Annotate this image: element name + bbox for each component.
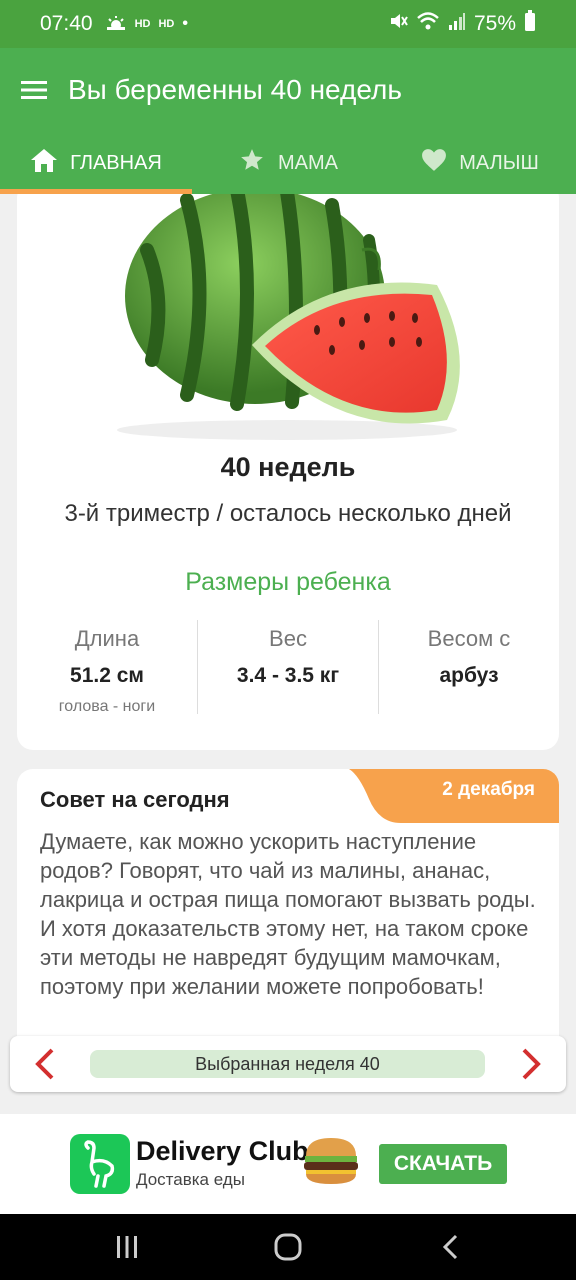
chevron-right-icon [522, 1048, 541, 1080]
stat-label: Весом с [427, 626, 511, 651]
star-icon [238, 147, 266, 179]
tab-bar: ГЛАВНАЯ МАМА МАЛЫШ [0, 132, 576, 194]
date-badge-text: 2 декабря [442, 779, 535, 800]
delivery-club-logo-icon [70, 1134, 130, 1194]
recent-apps-icon [117, 1236, 137, 1258]
baby-sizes-title: Размеры ребенка [185, 568, 391, 596]
wifi-icon [416, 11, 440, 37]
signal-icon [448, 11, 466, 37]
recent-apps-button[interactable] [112, 1232, 142, 1262]
main-content[interactable]: 40 недель 3-й триместр / осталось нескол… [0, 194, 576, 1114]
stat-label: Длина [74, 626, 140, 651]
stat-label: Вес [269, 626, 307, 651]
burger-icon [304, 1138, 358, 1184]
tab-label: ГЛАВНАЯ [70, 151, 162, 174]
tab-mom[interactable]: МАМА [192, 132, 384, 194]
trimester-info: 3-й триместр / осталось несколько дней [64, 500, 512, 527]
system-nav-bar [0, 1214, 576, 1280]
tip-title: Совет на сегодня [40, 787, 230, 812]
status-left-icons: HD HD • [105, 15, 188, 34]
home-icon [30, 147, 58, 179]
weather-icon [105, 15, 127, 34]
download-button[interactable]: СКАЧАТЬ [379, 1144, 507, 1184]
status-bar: 07:40 HD HD • 75% [0, 0, 576, 48]
heart-icon [421, 148, 447, 178]
tip-text: Думаете, как можно ускорить наступление … [40, 829, 536, 999]
week-card: 40 недель 3-й триместр / осталось нескол… [17, 194, 559, 750]
chevron-left-icon [35, 1048, 54, 1080]
stat-weight: Вес 3.4 - 3.5 кг [197, 620, 378, 714]
battery-icon [524, 10, 536, 38]
mute-icon [388, 11, 408, 37]
ad-brand: Delivery Club [136, 1136, 309, 1166]
week-selector: Выбранная неделя 40 [10, 1036, 566, 1092]
status-time: 07:40 [40, 12, 93, 35]
status-right-icons: 75% [388, 10, 536, 38]
stat-value: 3.4 - 3.5 кг [236, 664, 340, 687]
date-badge: 2 декабря [349, 769, 559, 823]
stat-comparison: Весом с арбуз [378, 620, 559, 714]
stat-value: арбуз [439, 664, 499, 687]
menu-icon[interactable] [0, 48, 68, 132]
baby-stats: Длина 51.2 см голова - ноги Вес 3.4 - 3.… [17, 620, 559, 715]
hd-icon: HD [134, 18, 151, 30]
ad-slogan: Доставка еды [136, 1170, 245, 1189]
page-title: Вы беременны 40 недель [68, 74, 402, 105]
hd-icon: HD [158, 18, 175, 30]
stat-length: Длина 51.2 см голова - ноги [17, 620, 197, 715]
back-icon [442, 1234, 458, 1260]
notification-dot: • [182, 15, 188, 32]
selected-week-label[interactable]: Выбранная неделя 40 [90, 1050, 485, 1078]
watermelon-image [117, 194, 460, 440]
battery-percent: 75% [473, 12, 516, 35]
home-button[interactable] [273, 1232, 303, 1262]
prev-week-button[interactable] [28, 1046, 64, 1082]
stat-value: 51.2 см [70, 664, 144, 687]
tab-home[interactable]: ГЛАВНАЯ [0, 132, 192, 194]
next-week-button[interactable] [512, 1046, 548, 1082]
tab-label: МАМА [278, 151, 338, 174]
home-circle-icon [274, 1233, 302, 1261]
tab-baby[interactable]: МАЛЫШ [384, 132, 576, 194]
back-button[interactable] [436, 1232, 466, 1262]
tab-label: МАЛЫШ [459, 151, 539, 174]
stat-sub: голова - ноги [58, 698, 156, 715]
weeks-count: 40 недель [220, 452, 356, 482]
app-bar: Вы беременны 40 недель [0, 48, 576, 132]
ad-banner[interactable]: Delivery Club Доставка еды СКАЧАТЬ [0, 1114, 576, 1214]
